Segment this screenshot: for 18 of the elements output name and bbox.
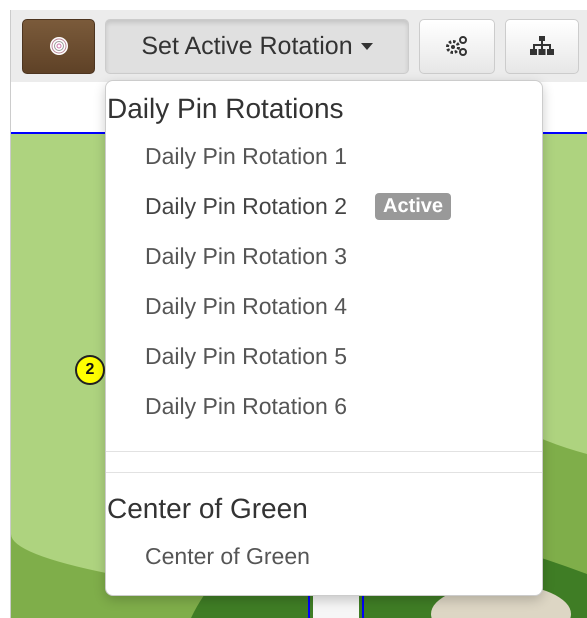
set-active-rotation-dropdown[interactable]: Set Active Rotation [105, 18, 409, 74]
rotation-menu-item[interactable]: Daily Pin Rotation 4 [145, 292, 347, 320]
rotation-menu-item[interactable]: Daily Pin Rotation 3 [145, 242, 347, 270]
caret-icon [360, 42, 373, 50]
sitemap-icon [530, 36, 554, 56]
rotation-menu-item[interactable]: Center of Green [145, 542, 310, 570]
active-badge: Active [375, 192, 452, 220]
menu-group-header: Center of Green [106, 492, 309, 526]
target-icon [48, 36, 68, 56]
settings-button[interactable] [419, 18, 495, 74]
target-button[interactable] [22, 18, 95, 74]
gears-icon [445, 35, 469, 57]
rotation-menu-item[interactable]: Daily Pin Rotation 1 [145, 142, 347, 170]
hierarchy-button[interactable] [505, 18, 579, 74]
menu-group-header: Daily Pin Rotations [106, 92, 345, 126]
rotation-menu-item[interactable]: Daily Pin Rotation 5 [145, 342, 347, 370]
rotation-menu-item[interactable]: Daily Pin Rotation 2 [145, 192, 347, 220]
rotation-menu-item[interactable]: Daily Pin Rotation 6 [145, 392, 347, 420]
